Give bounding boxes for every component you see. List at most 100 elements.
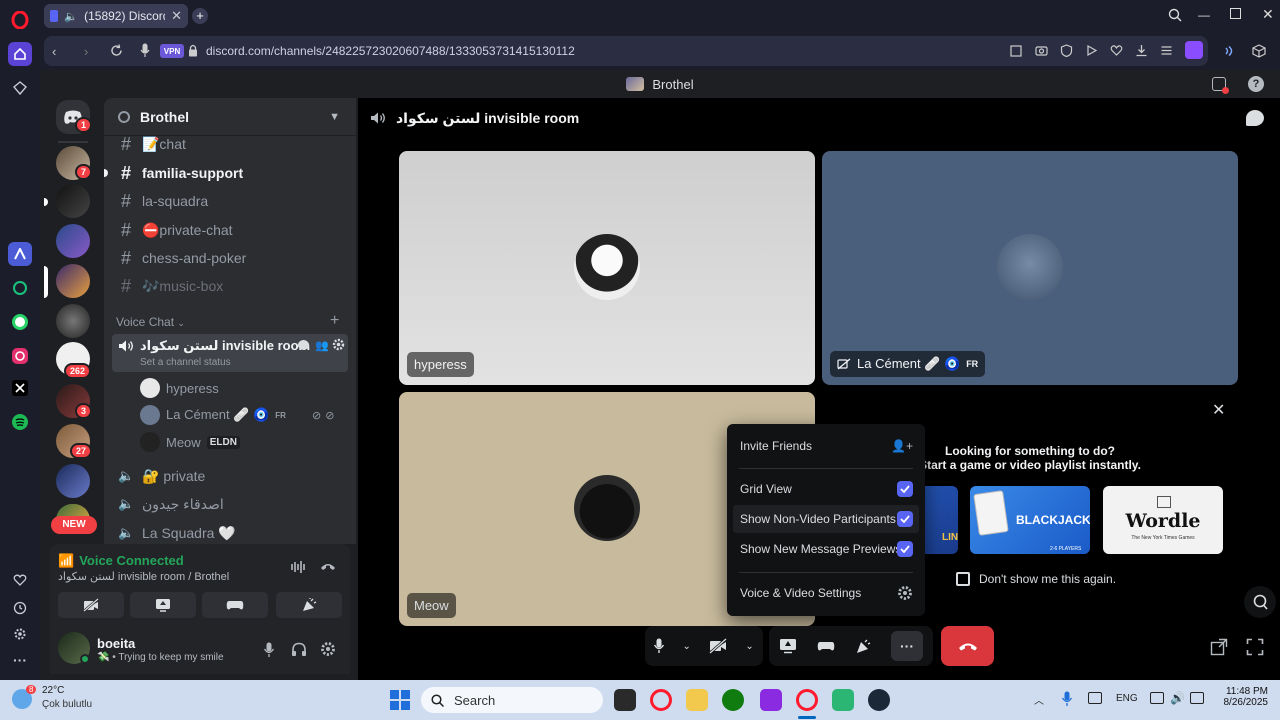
opera-icon[interactable] xyxy=(796,689,818,711)
steam-icon[interactable] xyxy=(868,689,890,711)
download-icon[interactable] xyxy=(1135,44,1148,57)
leave-call-button[interactable] xyxy=(941,626,994,666)
chevron-down-icon[interactable]: ⌄ xyxy=(745,641,753,652)
search-tabs-icon[interactable] xyxy=(1168,8,1182,22)
voice-category[interactable]: Voice Chat ⌄ xyxy=(116,315,185,329)
app-icon[interactable] xyxy=(760,689,782,711)
maximize-button[interactable] xyxy=(1230,8,1241,19)
zoom-icon[interactable] xyxy=(1244,586,1276,618)
share-screen-button[interactable] xyxy=(130,592,196,618)
heart-icon[interactable] xyxy=(8,568,32,592)
microphone-icon[interactable] xyxy=(264,642,274,658)
server-header[interactable]: Brothel ▼ xyxy=(104,98,356,136)
address-bar[interactable]: ‹ › VPN discord.com/channels/24822572302… xyxy=(44,36,1208,66)
menu-voice-video-settings[interactable]: Voice & Video Settings xyxy=(733,579,919,607)
channel-chess-and-poker[interactable]: # chess-and-poker xyxy=(114,246,350,270)
pinned-icon[interactable] xyxy=(8,76,32,100)
active-voice-channel[interactable]: لستن سكواد invisible room Set a channel … xyxy=(112,334,348,372)
server-icon-5[interactable] xyxy=(56,304,90,338)
battery-icon[interactable] xyxy=(1190,692,1204,704)
voice-member[interactable]: Meow ELDN xyxy=(140,431,240,453)
opera-gx-icon[interactable] xyxy=(650,689,672,711)
server-icon-4[interactable] xyxy=(56,264,90,298)
menu-invite-friends[interactable]: Invite Friends 👤+ xyxy=(733,432,919,460)
microphone-icon[interactable] xyxy=(654,638,665,654)
activity-card-blackjack[interactable]: BLACKJACK 2-6 PLAYERS xyxy=(970,486,1090,554)
camera-icon[interactable] xyxy=(1035,44,1048,57)
channel-la-squadra[interactable]: # la-squadra xyxy=(114,189,350,213)
activity-card-wordle[interactable]: Wordle The New York Times Games xyxy=(1103,486,1223,554)
channel-familia-support[interactable]: # familia-support xyxy=(114,161,350,185)
wifi-icon[interactable] xyxy=(1224,44,1238,58)
soundboard-button[interactable] xyxy=(276,592,342,618)
activity-button[interactable] xyxy=(202,592,268,618)
back-icon[interactable]: ‹ xyxy=(52,44,56,59)
check-icon[interactable] xyxy=(897,481,913,497)
chatgpt-icon[interactable] xyxy=(8,276,32,300)
xbox-icon[interactable] xyxy=(722,689,744,711)
soundboard-icon[interactable] xyxy=(855,638,871,654)
clock[interactable]: 11:48 PM 8/26/2025 xyxy=(1212,686,1269,708)
inbox-icon[interactable] xyxy=(1212,77,1229,94)
fullscreen-icon[interactable] xyxy=(1246,638,1264,656)
chat-bubble-icon[interactable] xyxy=(1246,110,1264,126)
weather-desc[interactable]: Çok bulutlu xyxy=(42,699,92,710)
disconnect-icon[interactable] xyxy=(320,561,336,571)
whatsapp-icon[interactable] xyxy=(8,310,32,334)
gamepad-icon[interactable] xyxy=(817,640,835,652)
user-settings-icon[interactable] xyxy=(320,641,336,657)
screen-share-icon[interactable] xyxy=(779,638,797,654)
cube-icon[interactable] xyxy=(1252,44,1266,58)
more-icon[interactable]: ··· xyxy=(8,648,32,672)
help-icon[interactable]: ? xyxy=(1248,76,1264,92)
network-tray-icon[interactable] xyxy=(1088,692,1102,704)
forward-icon[interactable]: › xyxy=(84,44,88,59)
new-unreads-pill[interactable]: NEW xyxy=(51,516,97,534)
edit-icon[interactable] xyxy=(1010,44,1023,57)
participant-tile-la-cement[interactable]: La Cément 🩹 🧿 FR xyxy=(822,151,1238,385)
menu-icon[interactable] xyxy=(1160,44,1173,57)
voice-member[interactable]: La Cément 🩹 🧿 FR xyxy=(140,404,286,426)
username[interactable]: boeita xyxy=(97,636,135,651)
heart-outline-icon[interactable] xyxy=(1110,44,1123,57)
close-window-button[interactable]: ✕ xyxy=(1262,6,1274,23)
vpn-badge[interactable]: VPN xyxy=(160,44,184,58)
url-text[interactable]: discord.com/channels/248225723020607488/… xyxy=(206,44,575,58)
channel-status[interactable]: Set a channel status xyxy=(140,357,231,368)
invite-icon[interactable]: 👥 xyxy=(315,339,329,352)
display-icon[interactable] xyxy=(1150,692,1164,704)
camera-off-icon[interactable] xyxy=(709,638,728,654)
chevron-up-icon[interactable]: ︿ xyxy=(1034,692,1044,707)
voice-status[interactable]: 📶 Voice Connected xyxy=(58,553,184,569)
noise-suppression-icon[interactable] xyxy=(290,560,306,574)
home-icon[interactable] xyxy=(8,42,32,66)
channel-private-chat[interactable]: # ⛔private-chat xyxy=(114,218,350,242)
headphones-icon[interactable] xyxy=(291,642,307,657)
create-channel-icon[interactable]: + xyxy=(330,312,339,330)
opera-logo-icon[interactable] xyxy=(8,8,32,32)
aria-icon[interactable] xyxy=(8,242,32,266)
profile-icon[interactable] xyxy=(1185,41,1203,59)
voice-channel-private[interactable]: 🔈 🔐 private xyxy=(114,464,350,488)
menu-grid-view[interactable]: Grid View xyxy=(733,475,919,503)
more-options-button[interactable]: ··· xyxy=(891,631,923,661)
reload-icon[interactable] xyxy=(110,44,123,57)
dont-show-label[interactable]: Don't show me this again. xyxy=(979,572,1116,586)
weather-temp[interactable]: 22°C xyxy=(42,685,64,696)
language-indicator[interactable]: ENG xyxy=(1116,693,1138,704)
voice-channel-la-squadra[interactable]: 🔈 La Squadra 🤍 xyxy=(114,521,350,545)
lock-icon[interactable] xyxy=(188,44,198,57)
voice-channel-friends[interactable]: 🔈 اصدقاء جيدون xyxy=(114,492,350,516)
discord-app-icon[interactable] xyxy=(832,689,854,711)
server-icon-2[interactable] xyxy=(56,184,90,218)
chevron-down-icon[interactable]: ⌄ xyxy=(682,641,690,652)
tab-discord[interactable]: 🔈 (15892) Discord | كواد ✕ xyxy=(44,4,188,28)
x-icon[interactable] xyxy=(8,376,32,400)
volume-icon[interactable]: 🔊 xyxy=(1170,691,1185,705)
menu-show-non-video[interactable]: Show Non-Video Participants xyxy=(733,505,919,533)
taskbar-search[interactable]: Search xyxy=(421,687,603,713)
gear-icon[interactable] xyxy=(332,338,345,351)
check-icon[interactable] xyxy=(897,541,913,557)
history-icon[interactable] xyxy=(8,596,32,620)
dont-show-checkbox[interactable] xyxy=(956,572,970,586)
